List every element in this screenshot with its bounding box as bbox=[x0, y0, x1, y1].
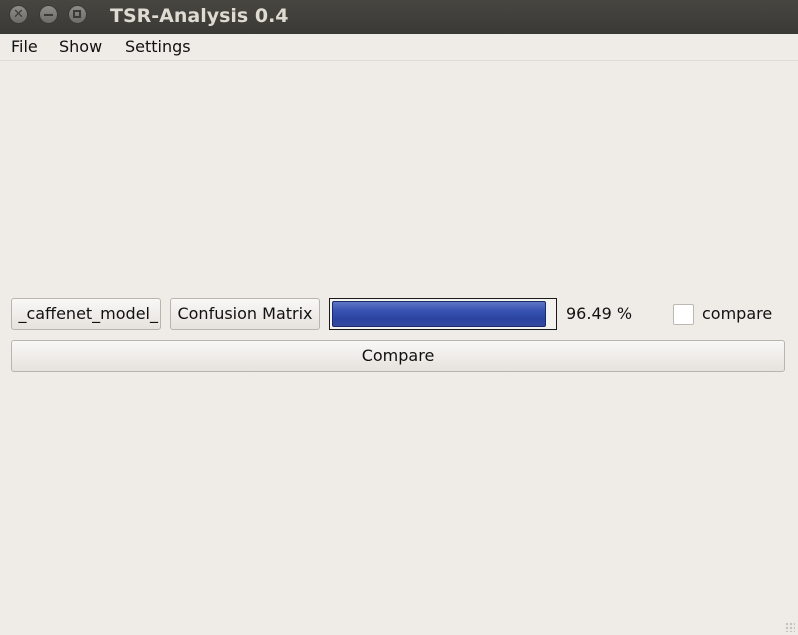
menu-file[interactable]: File bbox=[11, 37, 38, 57]
maximize-icon bbox=[73, 10, 81, 18]
close-icon: ✕ bbox=[13, 7, 24, 22]
resize-grip[interactable] bbox=[785, 622, 795, 632]
menu-settings[interactable]: Settings bbox=[125, 37, 191, 57]
title-bar: ✕ TSR-Analysis 0.4 bbox=[0, 0, 798, 34]
model-select-button[interactable]: _caffenet_model_ bbox=[11, 298, 161, 330]
compare-button[interactable]: Compare bbox=[11, 340, 785, 372]
window-close-button[interactable]: ✕ bbox=[9, 5, 28, 24]
window-minimize-button[interactable] bbox=[39, 5, 58, 24]
compare-checkbox-label: compare bbox=[702, 304, 773, 323]
menu-bar: File Show Settings bbox=[0, 34, 798, 61]
menu-show[interactable]: Show bbox=[59, 37, 102, 57]
accuracy-progress-bar bbox=[329, 298, 557, 330]
window-title: TSR-Analysis 0.4 bbox=[110, 5, 289, 27]
minimize-icon bbox=[44, 14, 53, 16]
window-maximize-button[interactable] bbox=[68, 5, 87, 24]
model-select-label: _caffenet_model_ bbox=[18, 304, 158, 323]
accuracy-percent-label: 96.49 % bbox=[566, 304, 633, 323]
progress-fill bbox=[332, 301, 546, 327]
compare-checkbox[interactable] bbox=[673, 304, 694, 325]
confusion-matrix-button[interactable]: Confusion Matrix bbox=[170, 298, 320, 330]
